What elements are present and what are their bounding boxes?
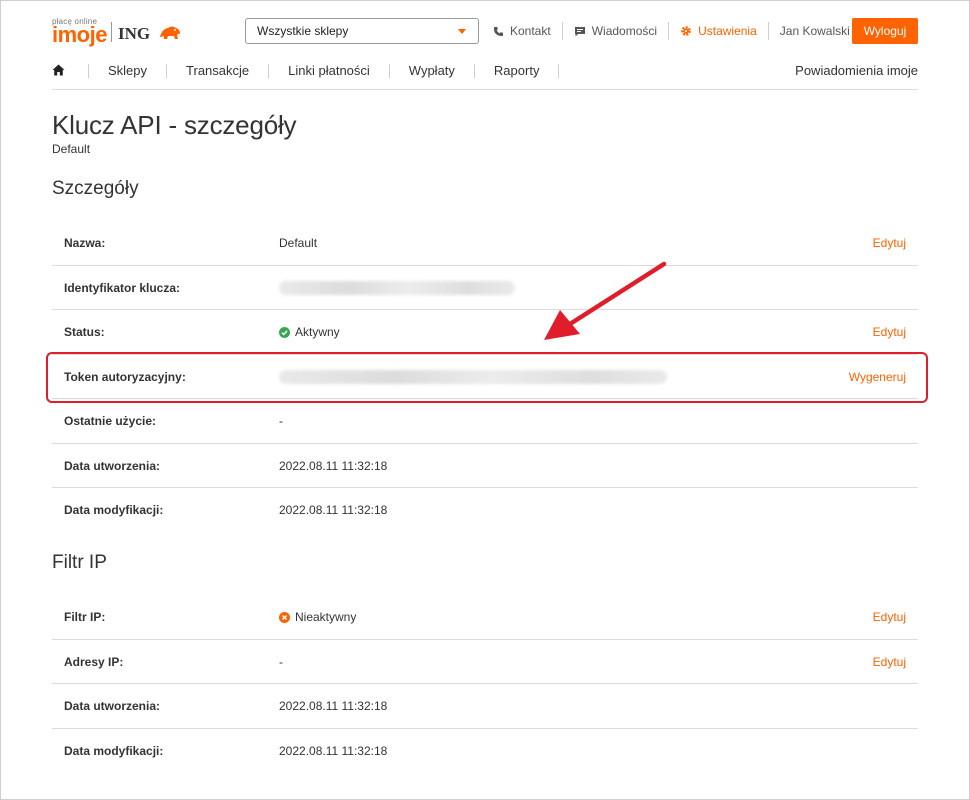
home-icon	[52, 64, 65, 75]
row-value: -	[279, 654, 283, 669]
top-header: płacę online imoje ING Wszystkie sklepy …	[52, 0, 918, 62]
logo-ing: ING	[118, 24, 151, 43]
row-label: Data modyfikacji:	[64, 743, 164, 758]
chevron-down-icon	[458, 29, 466, 34]
top-nav-user[interactable]: Jan Kowalski	[767, 22, 861, 40]
phone-icon	[493, 26, 504, 36]
message-icon	[574, 26, 585, 36]
page-subtitle: Default	[52, 142, 91, 156]
main-nav-payment-links[interactable]: Linki płatności	[269, 63, 390, 78]
shop-select-value: Wszystkie sklepy	[257, 24, 349, 38]
top-nav: Kontakt Wiadomości Ustawienia Jan Kowals…	[493, 22, 861, 40]
main-nav-shops[interactable]: Sklepy	[89, 63, 168, 78]
edit-ip-addresses-link[interactable]: Edytuj	[873, 640, 906, 684]
row-value: -	[279, 414, 283, 428]
row-label: Ostatnie użycie:	[64, 414, 157, 428]
row-label: Status:	[64, 325, 105, 339]
status-active-text: Aktywny	[295, 325, 340, 339]
row-value: 2022.08.11 11:32:18	[279, 458, 388, 473]
table-row: Data utworzenia: 2022.08.11 11:32:18	[52, 444, 918, 488]
logo-separator	[111, 22, 112, 42]
top-nav-settings-label: Ustawienia	[698, 24, 757, 38]
row-value: Aktywny	[279, 310, 340, 354]
logo-imoje: imoje	[52, 22, 107, 47]
table-row: Nazwa: Default Edytuj	[52, 221, 918, 266]
row-label: Nazwa:	[64, 236, 106, 250]
ip-filter-heading: Filtr IP	[52, 552, 107, 573]
table-row: Data modyfikacji: 2022.08.11 11:32:18	[52, 729, 918, 774]
main-nav-notifications[interactable]: Powiadomienia imoje	[795, 63, 918, 78]
imoje-ing-logo[interactable]: płacę online imoje ING	[52, 16, 192, 47]
ip-filter-table: Filtr IP: Nieaktywny Edytuj Adresy IP: -…	[52, 595, 918, 773]
main-nav-payouts[interactable]: Wypłaty	[390, 63, 475, 78]
top-nav-messages-label: Wiadomości	[591, 24, 658, 38]
ing-lion-icon	[160, 26, 180, 39]
status-inactive-text: Nieaktywny	[295, 610, 357, 624]
row-value: Nieaktywny	[279, 595, 356, 639]
row-label: Filtr IP:	[64, 610, 106, 624]
row-label: Identyfikator klucza:	[64, 280, 181, 295]
page-title: Klucz API - szczegóły	[52, 110, 297, 140]
details-heading: Szczegóły	[52, 178, 139, 199]
table-row: Filtr IP: Nieaktywny Edytuj	[52, 595, 918, 640]
row-label: Data utworzenia:	[64, 458, 161, 473]
edit-name-link[interactable]: Edytuj	[873, 221, 906, 265]
token-row-highlight	[46, 352, 928, 403]
row-label: Data modyfikacji:	[64, 503, 164, 517]
table-row: Identyfikator klucza:	[52, 266, 918, 310]
annotation-arrow-icon	[544, 261, 667, 340]
check-circle-icon	[279, 326, 290, 338]
edit-status-link[interactable]: Edytuj	[873, 310, 906, 354]
row-value: 2022.08.11 11:32:18	[279, 699, 388, 713]
main-nav: Sklepy Transakcje Linki płatności Wypłat…	[52, 62, 918, 90]
main-nav-reports[interactable]: Raporty	[475, 63, 560, 78]
shop-select[interactable]: Wszystkie sklepy	[245, 18, 479, 44]
main-nav-transactions[interactable]: Transakcje	[167, 63, 270, 78]
table-row: Adresy IP: - Edytuj	[52, 640, 918, 684]
row-value	[279, 266, 515, 310]
page-container: płacę online imoje ING Wszystkie sklepy …	[52, 0, 918, 758]
main-nav-home[interactable]	[52, 63, 89, 78]
edit-ip-filter-link[interactable]: Edytuj	[873, 595, 906, 639]
user-name: Jan Kowalski	[779, 24, 850, 38]
row-value: Default	[279, 236, 318, 250]
x-circle-icon	[279, 611, 290, 623]
table-row: Data utworzenia: 2022.08.11 11:32:18	[52, 684, 918, 729]
top-nav-settings[interactable]: Ustawienia	[668, 22, 768, 40]
row-label: Data utworzenia:	[64, 699, 161, 713]
row-label: Adresy IP:	[64, 654, 124, 669]
blurred-key-id	[279, 280, 515, 295]
gear-icon	[681, 26, 691, 36]
logout-button[interactable]: Wyloguj	[852, 18, 918, 44]
table-row: Status: Aktywny Edytuj	[52, 310, 918, 355]
table-row: Ostatnie użycie: -	[52, 399, 918, 444]
top-nav-contact-label: Kontakt	[510, 24, 551, 38]
top-nav-contact[interactable]: Kontakt	[493, 22, 562, 40]
table-row: Data modyfikacji: 2022.08.11 11:32:18	[52, 488, 918, 533]
row-value: 2022.08.11 11:32:18	[279, 743, 388, 758]
row-value: 2022.08.11 11:32:18	[279, 503, 388, 517]
top-nav-messages[interactable]: Wiadomości	[561, 22, 668, 40]
